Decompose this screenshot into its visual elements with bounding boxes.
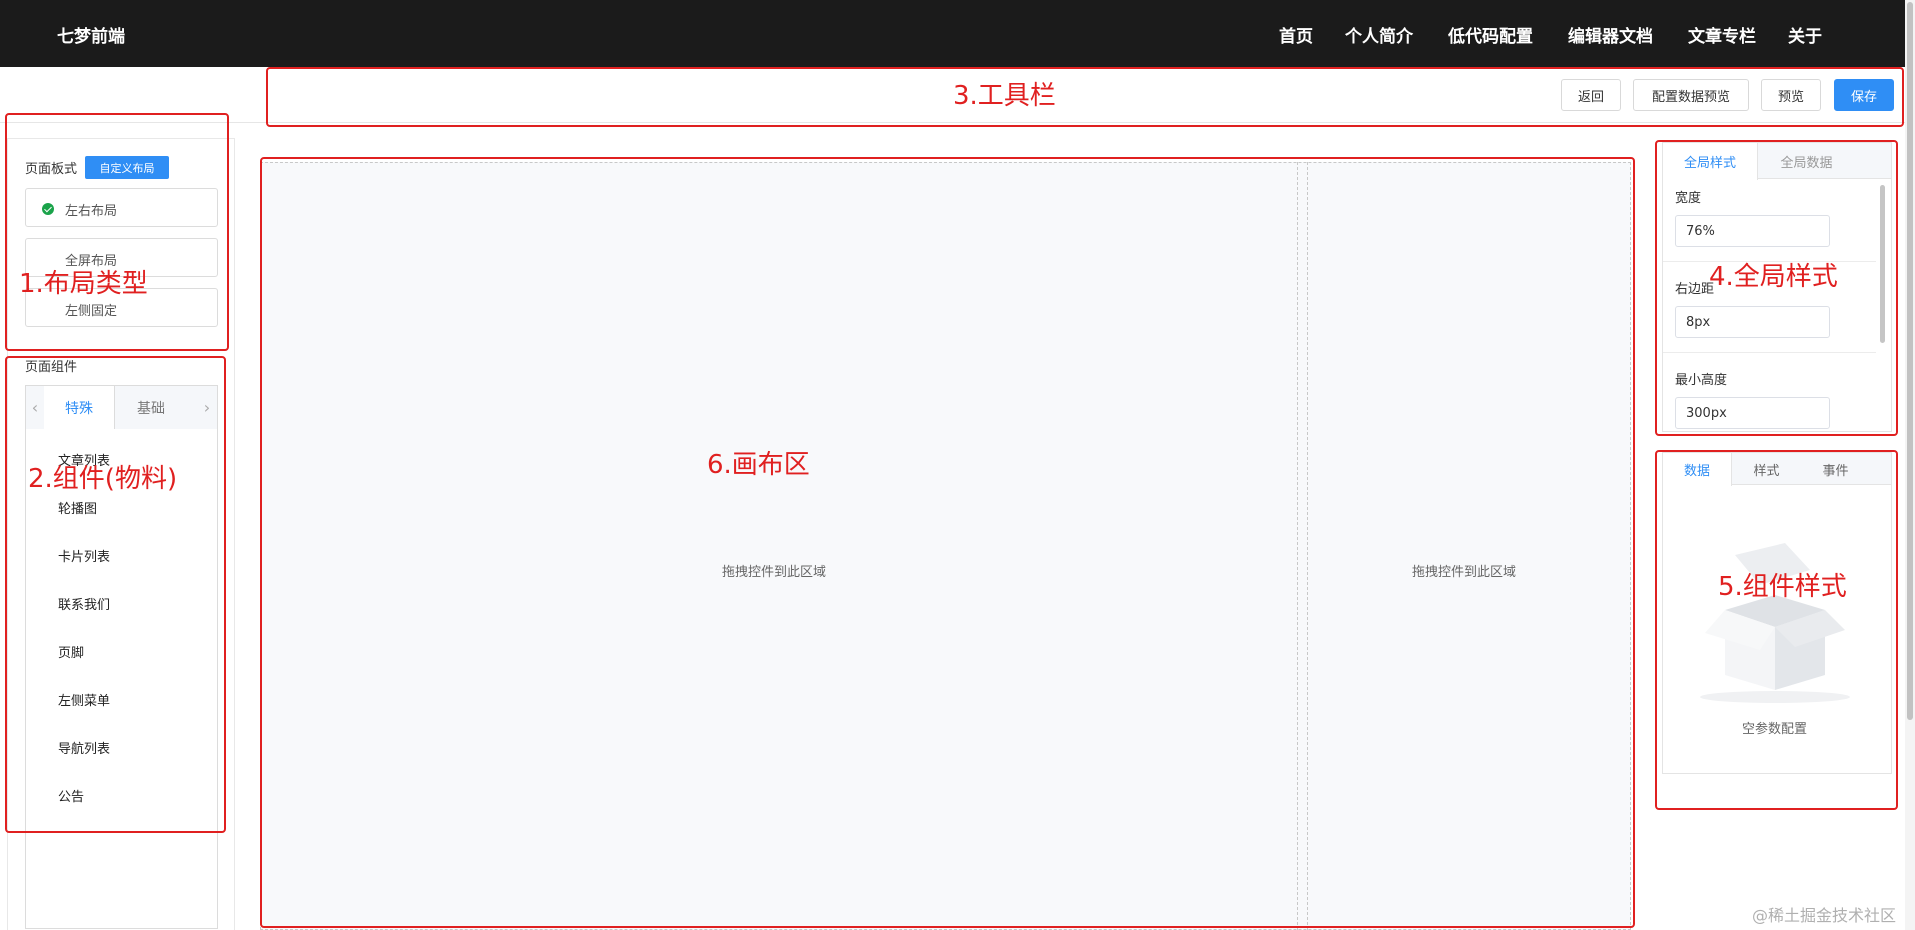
watermark: @稀土掘金技术社区: [1752, 906, 1897, 925]
annotation-box-component-style: [1655, 450, 1898, 810]
annotation-label-global-style: 4.全局样式: [1709, 262, 1838, 292]
nav-profile[interactable]: 个人简介: [1345, 22, 1413, 47]
annotation-box-layout-type: [5, 113, 229, 351]
annotation-label-layout-type: 1.布局类型: [19, 269, 148, 299]
annotation-label-canvas: 6.画布区: [707, 450, 810, 480]
nav-home[interactable]: 首页: [1279, 22, 1313, 47]
annotation-box-canvas: [260, 157, 1635, 928]
nav-about[interactable]: 关于: [1788, 22, 1822, 47]
nav-editor-docs[interactable]: 编辑器文档: [1568, 22, 1653, 47]
nav-lowcode[interactable]: 低代码配置: [1448, 22, 1533, 47]
annotation-label-component-style: 5.组件样式: [1718, 572, 1847, 602]
page-scrollbar-thumb[interactable]: [1907, 2, 1913, 720]
annotation-box-toolbar: [266, 67, 1904, 127]
annotation-label-components: 2.组件(物料): [28, 464, 178, 494]
annotation-box-components: [5, 356, 226, 833]
nav-articles[interactable]: 文章专栏: [1688, 22, 1756, 47]
brand-logo-text[interactable]: 七梦前端: [57, 22, 125, 47]
annotation-label-toolbar: 3.工具栏: [953, 81, 1056, 111]
